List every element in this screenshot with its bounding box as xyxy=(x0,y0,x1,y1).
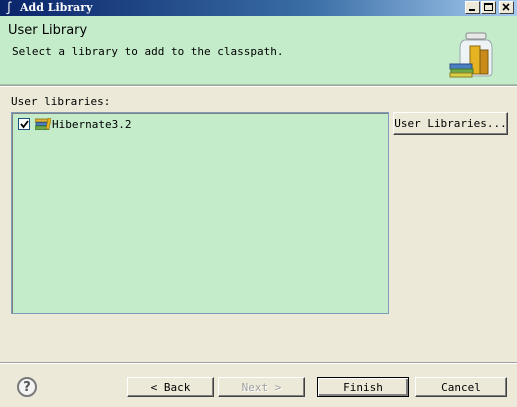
banner-description: Select a library to add to the classpath… xyxy=(12,45,284,58)
minimize-icon xyxy=(469,9,475,11)
checkmark-icon xyxy=(19,119,29,128)
user-libraries-button[interactable]: User Libraries... xyxy=(393,112,508,135)
minimize-button[interactable] xyxy=(465,1,480,14)
list-item[interactable]: Hibernate3.2 xyxy=(18,116,131,132)
cancel-button-label: Cancel xyxy=(441,380,481,394)
title-bar: ∫ Add Library xyxy=(0,0,517,16)
wizard-banner: User Library Select a library to add to … xyxy=(0,16,517,85)
finish-button[interactable]: Finish xyxy=(317,377,409,397)
eclipse-window-icon: ∫ xyxy=(5,1,13,15)
library-jar-icon xyxy=(449,32,493,78)
close-icon xyxy=(502,3,510,11)
help-icon[interactable]: ? xyxy=(17,377,37,397)
user-libraries-button-label: User Libraries... xyxy=(394,117,507,130)
back-button[interactable]: < Back xyxy=(127,377,214,397)
finish-button-label: Finish xyxy=(343,380,383,394)
library-checkbox[interactable] xyxy=(18,118,30,130)
banner-separator xyxy=(0,85,517,87)
library-name: Hibernate3.2 xyxy=(52,117,132,131)
back-button-label: < Back xyxy=(150,380,191,394)
window-title: Add Library xyxy=(20,1,93,14)
books-icon xyxy=(35,117,51,130)
footer-separator xyxy=(0,362,517,364)
maximize-button[interactable] xyxy=(481,1,496,14)
close-button[interactable] xyxy=(499,1,514,14)
user-libraries-label: User libraries: xyxy=(11,95,111,108)
banner-title: User Library xyxy=(8,23,88,38)
maximize-icon xyxy=(484,3,493,11)
next-button-label: Next > xyxy=(241,380,282,394)
cancel-button[interactable]: Cancel xyxy=(415,377,507,397)
user-libraries-list[interactable]: Hibernate3.2 xyxy=(11,112,389,314)
next-button[interactable]: Next > xyxy=(218,377,305,397)
